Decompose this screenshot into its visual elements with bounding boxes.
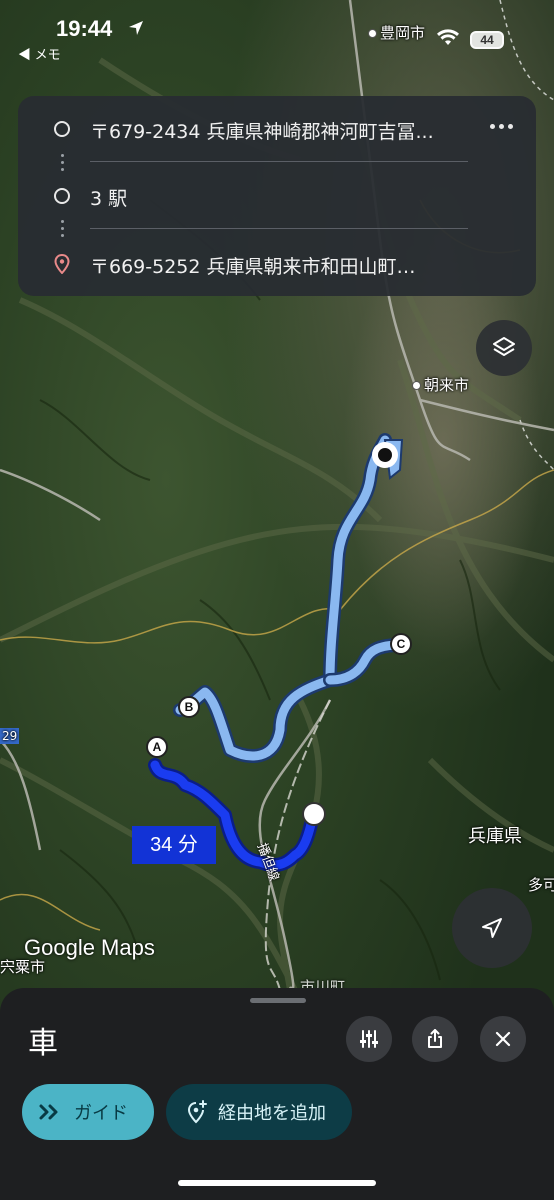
status-bar: 19:44 ◀ メモ 44 bbox=[0, 0, 554, 70]
stop-circle-icon bbox=[54, 188, 70, 204]
travel-mode-label: 車 bbox=[28, 1026, 58, 1061]
back-to-app-link[interactable]: ◀ メモ bbox=[18, 44, 61, 63]
recenter-button[interactable] bbox=[452, 888, 532, 968]
add-location-icon bbox=[187, 1100, 207, 1124]
divider bbox=[90, 228, 468, 229]
guide-label: ガイド bbox=[74, 1103, 128, 1124]
destination-label: 〒669-5252 兵庫県朝来市和田山町… bbox=[90, 256, 416, 278]
navigation-arrow-icon bbox=[482, 918, 502, 938]
home-indicator[interactable] bbox=[178, 1180, 376, 1186]
origin-circle-icon bbox=[54, 121, 70, 137]
battery-indicator: 44 bbox=[470, 31, 504, 49]
waypoint-a[interactable]: A bbox=[146, 736, 168, 758]
route-options-button[interactable] bbox=[346, 1016, 392, 1062]
location-arrow-icon bbox=[129, 21, 143, 35]
google-maps-logo: Google Maps bbox=[24, 935, 155, 960]
route-dots-icon bbox=[61, 220, 64, 238]
map-layers-button[interactable] bbox=[476, 320, 532, 376]
route-dots-icon bbox=[61, 154, 64, 172]
waypoint-c[interactable]: C bbox=[390, 633, 412, 655]
guide-button[interactable]: ガイド bbox=[22, 1084, 154, 1140]
route-destination[interactable]: 〒669-5252 兵庫県朝来市和田山町… bbox=[18, 239, 536, 289]
sheet-drag-handle[interactable] bbox=[250, 998, 306, 1003]
status-time: 19:44 bbox=[56, 16, 113, 41]
close-button[interactable] bbox=[480, 1016, 526, 1062]
map-label-hyogo: 兵庫県 bbox=[468, 826, 522, 847]
bottom-sheet: 車 ガイド 経由地を追加 bbox=[0, 988, 554, 1200]
double-chevron-icon bbox=[39, 1104, 58, 1120]
divider bbox=[90, 161, 468, 162]
destination-pin-icon bbox=[54, 254, 70, 274]
wifi-icon bbox=[437, 29, 459, 45]
more-options-button[interactable] bbox=[488, 114, 516, 138]
share-button[interactable] bbox=[412, 1016, 458, 1062]
map-label-route-29: 29 bbox=[0, 728, 20, 744]
map-label-asago: 朝来市 bbox=[412, 374, 469, 395]
route-origin[interactable]: 〒679-2434 兵庫県神崎郡神河町吉冨... bbox=[18, 104, 536, 162]
stop-label: 3 駅 bbox=[90, 188, 128, 210]
layers-icon bbox=[493, 337, 515, 356]
route-stop[interactable]: 3 駅 bbox=[18, 171, 536, 229]
share-icon bbox=[428, 1029, 442, 1048]
route-card: 〒679-2434 兵庫県神崎郡神河町吉冨... 3 駅 〒669-5252 兵… bbox=[18, 96, 536, 296]
city-dot-icon bbox=[412, 381, 421, 390]
map-label-ta: 多可 bbox=[528, 876, 554, 894]
add-stop-button[interactable]: 経由地を追加 bbox=[166, 1084, 352, 1140]
add-stop-label: 経由地を追加 bbox=[218, 1103, 326, 1124]
tune-icon bbox=[360, 1030, 378, 1048]
close-icon bbox=[495, 1031, 511, 1047]
origin-label: 〒679-2434 兵庫県神崎郡神河町吉冨... bbox=[90, 121, 434, 143]
waypoint-b[interactable]: B bbox=[178, 696, 200, 718]
route-duration-badge[interactable]: 34 分 bbox=[132, 826, 216, 864]
